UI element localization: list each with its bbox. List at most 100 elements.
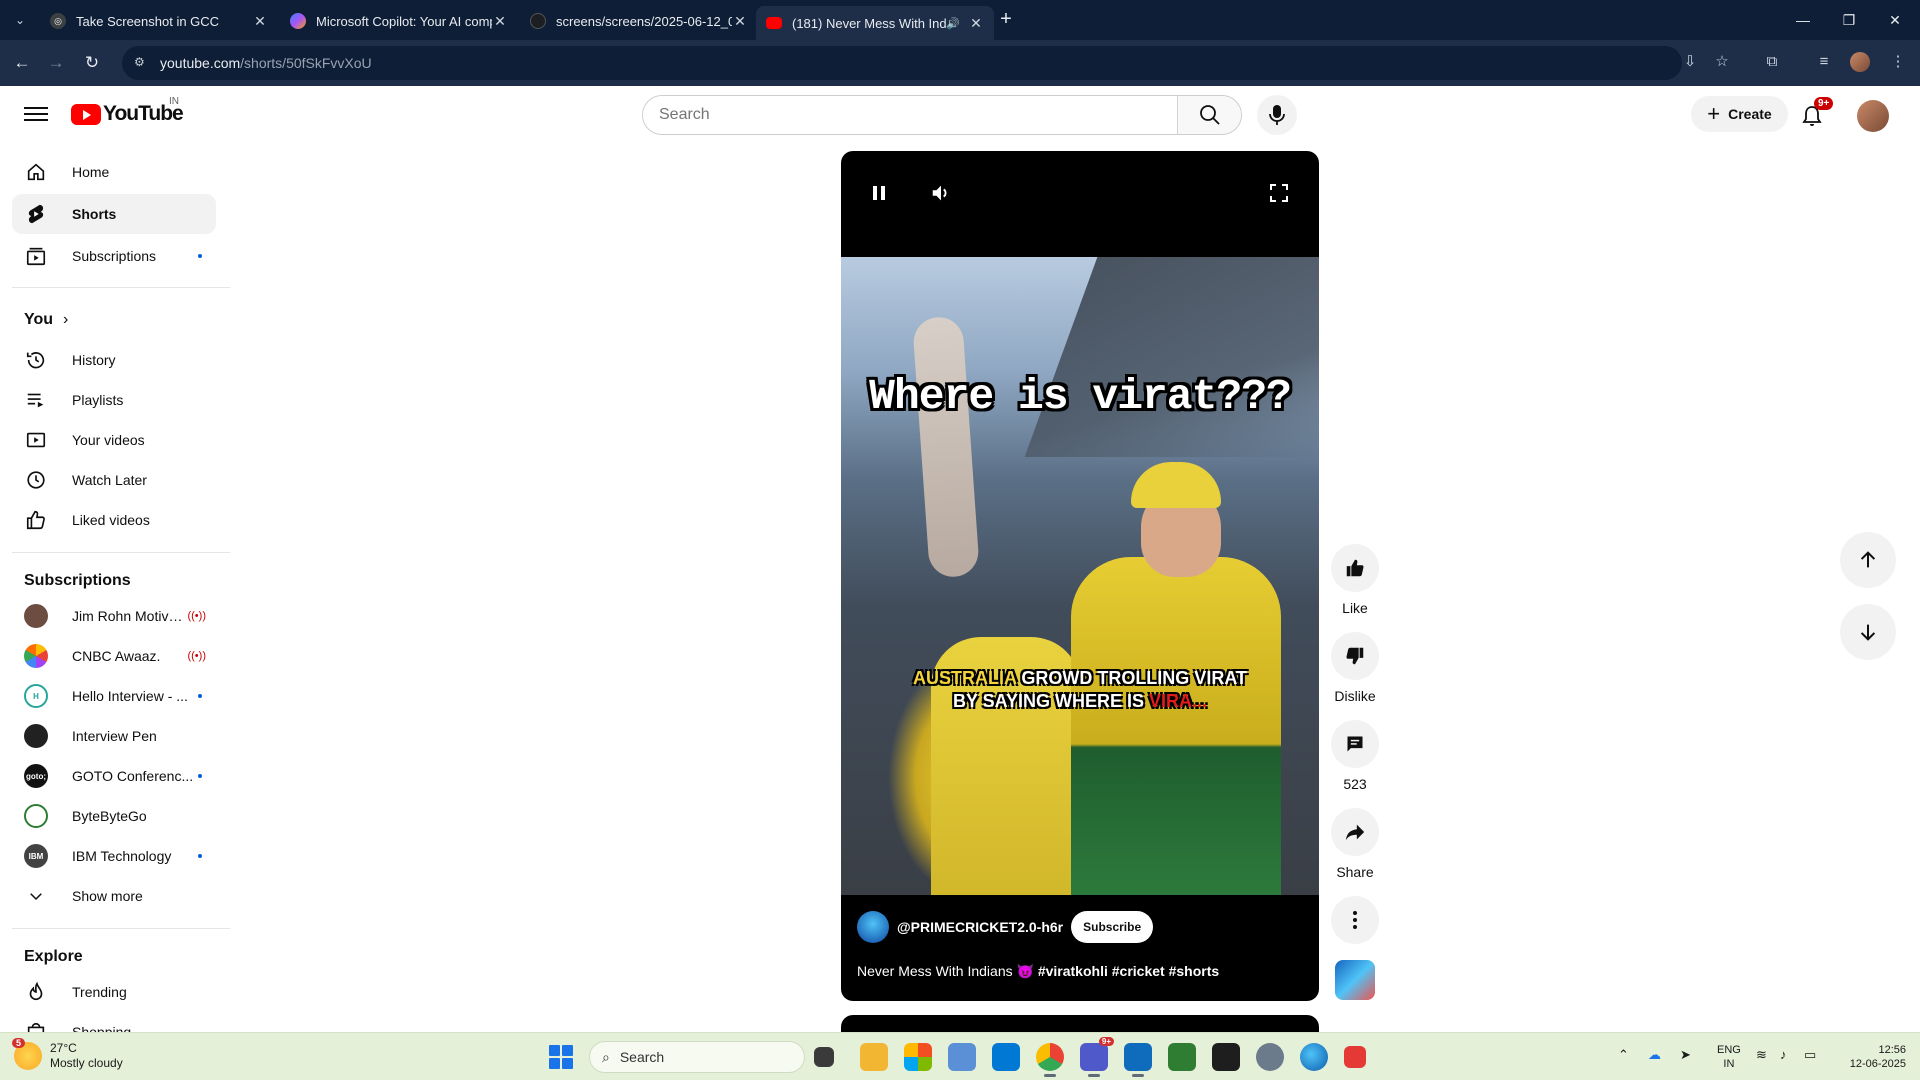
video-frame[interactable]: Where is virat??? AUSTRALIA GROWD TROLLI… — [841, 257, 1319, 895]
speaker-icon[interactable]: 🔊 — [946, 17, 960, 30]
sidebar-you-header[interactable]: You › — [12, 300, 216, 340]
forward-icon[interactable]: → — [44, 51, 68, 75]
profile-avatar[interactable] — [1850, 52, 1870, 72]
extensions-icon[interactable]: ⧉ — [1760, 50, 1784, 74]
window-app-icon[interactable] — [948, 1043, 976, 1071]
browser-tab-active[interactable]: (181) Never Mess With Indi 🔊 ✕ — [756, 6, 994, 40]
more-actions[interactable] — [1331, 896, 1379, 944]
dislike-action[interactable]: Dislike — [1331, 632, 1379, 704]
sidebar-item-channel[interactable]: IBM IBM Technology — [12, 836, 216, 876]
reload-icon[interactable]: ↻ — [80, 51, 104, 75]
taskbar-search[interactable]: ⌕ Search — [589, 1041, 805, 1073]
volume-button[interactable] — [923, 175, 959, 211]
like-action[interactable]: Like — [1331, 544, 1379, 616]
sidebar-item-home[interactable]: Home — [12, 152, 216, 192]
close-tab-icon[interactable]: ✕ — [492, 13, 508, 30]
close-tab-icon[interactable]: ✕ — [252, 13, 268, 30]
terminal-icon[interactable] — [1212, 1043, 1240, 1071]
browser-tab[interactable]: screens/screens/2025-06-12_09 ✕ — [520, 6, 758, 36]
sidebar-item-channel[interactable]: ByteByteGo — [12, 796, 216, 836]
create-button[interactable]: + Create — [1691, 96, 1788, 132]
close-window-icon[interactable]: ✕ — [1872, 0, 1918, 40]
comments-button[interactable] — [1331, 720, 1379, 768]
show-hidden-icons-chevron-icon[interactable]: ⌃ — [1618, 1047, 1629, 1063]
back-icon[interactable]: ← — [10, 51, 34, 75]
sidebar-item-shopping[interactable]: Shopping — [12, 1012, 216, 1032]
youtube-logo[interactable]: YouTube IN — [71, 96, 184, 126]
weather-widget[interactable]: 5 27°C Mostly cloudy — [12, 1038, 123, 1071]
remote-desktop-icon[interactable] — [992, 1043, 1020, 1071]
snipping-tool-icon[interactable] — [1344, 1046, 1366, 1068]
share-button[interactable] — [1331, 808, 1379, 856]
volume-tray-icon[interactable]: ♪ — [1780, 1047, 1787, 1062]
subscribe-button[interactable]: Subscribe — [1071, 911, 1154, 943]
browser-tab[interactable]: ◎ Take Screenshot in GCC ✕ — [40, 6, 278, 36]
file-explorer-icon[interactable] — [860, 1043, 888, 1071]
browser-tab[interactable]: Microsoft Copilot: Your AI comp ✕ — [280, 6, 518, 36]
new-tab-button[interactable]: + — [994, 8, 1018, 32]
sidebar-item-history[interactable]: History — [12, 340, 216, 380]
channel-handle[interactable]: @PRIMECRICKET2.0-h6r — [897, 919, 1063, 935]
sidebar-item-subscriptions[interactable]: Subscriptions — [12, 236, 216, 276]
menu-icon[interactable] — [24, 103, 48, 125]
sidebar-item-your-videos[interactable]: Your videos — [12, 420, 216, 460]
close-tab-icon[interactable]: ✕ — [732, 13, 748, 30]
teams-icon[interactable]: 9+ — [1080, 1037, 1114, 1077]
url-field[interactable]: ⚙ youtube.com/shorts/50fSkFvvXoU — [122, 46, 1682, 80]
site-info-icon[interactable]: ⚙ — [134, 55, 150, 71]
sidebar-item-channel[interactable]: H Hello Interview - ... — [12, 676, 216, 716]
sidebar-item-watch-later[interactable]: Watch Later — [12, 460, 216, 500]
sidebar-item-liked-videos[interactable]: Liked videos — [12, 500, 216, 540]
pause-button[interactable] — [861, 175, 897, 211]
chrome-icon[interactable] — [1036, 1043, 1064, 1077]
fullscreen-button[interactable] — [1261, 175, 1297, 211]
sidebar-item-channel[interactable]: goto; GOTO Conferenc... — [12, 756, 216, 796]
language-indicator[interactable]: ENG IN — [1717, 1043, 1741, 1071]
location-icon[interactable]: ➤ — [1680, 1047, 1691, 1063]
minimize-icon[interactable]: — — [1780, 0, 1826, 40]
onedrive-cloud-icon[interactable]: ☁ — [1648, 1047, 1661, 1063]
task-view-icon[interactable] — [814, 1047, 834, 1067]
comments-action[interactable]: 523 — [1331, 720, 1379, 792]
settings-gear-icon[interactable] — [1256, 1043, 1284, 1071]
clock-icon — [24, 468, 48, 492]
microsoft-store-icon[interactable] — [904, 1043, 932, 1071]
excel-icon[interactable] — [1168, 1043, 1196, 1071]
sidebar-item-trending[interactable]: Trending — [12, 972, 216, 1012]
bookmark-star-icon[interactable]: ☆ — [1710, 50, 1734, 74]
sound-thumbnail[interactable] — [1335, 960, 1375, 1000]
tab-search-chevron-icon[interactable]: ⌄ — [8, 8, 32, 32]
next-short-button[interactable] — [1840, 604, 1896, 660]
install-app-icon[interactable]: ⇩ — [1678, 50, 1702, 74]
restore-icon[interactable]: ❐ — [1826, 0, 1872, 40]
search-button[interactable] — [1177, 96, 1241, 134]
sidebar-show-more[interactable]: Show more — [12, 876, 216, 916]
short-description[interactable]: Never Mess With Indians 😈 #viratkohli #c… — [857, 963, 1219, 980]
wifi-icon[interactable]: ≋ — [1756, 1047, 1767, 1063]
more-options-button[interactable] — [1331, 896, 1379, 944]
system-clock[interactable]: 12:56 12-06-2025 — [1836, 1043, 1906, 1071]
hashtags[interactable]: #viratkohli #cricket #shorts — [1038, 963, 1219, 979]
sidebar-item-shorts[interactable]: Shorts — [12, 194, 216, 234]
edge-icon[interactable] — [1300, 1043, 1328, 1071]
dislike-button[interactable] — [1331, 632, 1379, 680]
outlook-icon[interactable] — [1124, 1043, 1152, 1077]
sidebar-item-playlists[interactable]: Playlists — [12, 380, 216, 420]
sidebar-item-channel[interactable]: CNBC Awaaz. ((•)) — [12, 636, 216, 676]
channel-avatar[interactable] — [857, 911, 889, 943]
search-input[interactable] — [643, 96, 1177, 134]
close-tab-icon[interactable]: ✕ — [968, 15, 984, 32]
account-avatar[interactable] — [1857, 100, 1889, 132]
windows-start-icon[interactable] — [549, 1045, 573, 1069]
sidebar-item-channel[interactable]: Interview Pen — [12, 716, 216, 756]
like-button[interactable] — [1331, 544, 1379, 592]
browser-menu-icon[interactable]: ⋮ — [1886, 50, 1910, 74]
sidebar-item-channel[interactable]: Jim Rohn Motiva... ((•)) — [12, 596, 216, 636]
share-action[interactable]: Share — [1331, 808, 1379, 880]
notifications-button[interactable]: 9+ — [1800, 97, 1834, 132]
battery-icon[interactable]: ▭ — [1804, 1047, 1816, 1063]
previous-short-button[interactable] — [1840, 532, 1896, 588]
media-control-icon[interactable]: ≡ — [1812, 50, 1836, 74]
voice-search-button[interactable] — [1257, 95, 1297, 135]
shorts-player[interactable]: Where is virat??? AUSTRALIA GROWD TROLLI… — [841, 151, 1319, 1001]
